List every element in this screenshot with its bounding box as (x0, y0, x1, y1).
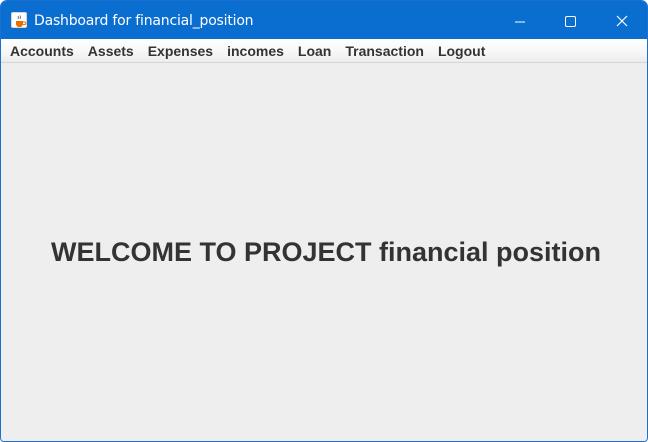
maximize-button[interactable] (545, 1, 595, 39)
close-button[interactable] (597, 1, 647, 39)
menu-bar: Accounts Assets Expenses incomes Loan Tr… (1, 39, 647, 63)
app-window: Dashboard for financial_position Account… (0, 0, 648, 442)
close-icon (616, 15, 628, 27)
minimize-icon (515, 21, 525, 23)
menu-incomes[interactable]: incomes (220, 39, 291, 63)
window-title: Dashboard for financial_position (34, 13, 254, 29)
menu-assets[interactable]: Assets (81, 39, 141, 63)
java-cup-icon (11, 12, 27, 28)
menu-logout[interactable]: Logout (431, 39, 492, 63)
title-bar[interactable]: Dashboard for financial_position (1, 1, 647, 39)
menu-accounts[interactable]: Accounts (3, 39, 81, 63)
welcome-heading: WELCOME TO PROJECT financial position (50, 237, 602, 267)
content-panel: WELCOME TO PROJECT financial position (1, 63, 647, 441)
menu-expenses[interactable]: Expenses (141, 39, 220, 63)
maximize-icon (565, 16, 576, 27)
menu-transaction[interactable]: Transaction (338, 39, 431, 63)
menu-loan[interactable]: Loan (291, 39, 338, 63)
minimize-button[interactable] (495, 1, 545, 39)
